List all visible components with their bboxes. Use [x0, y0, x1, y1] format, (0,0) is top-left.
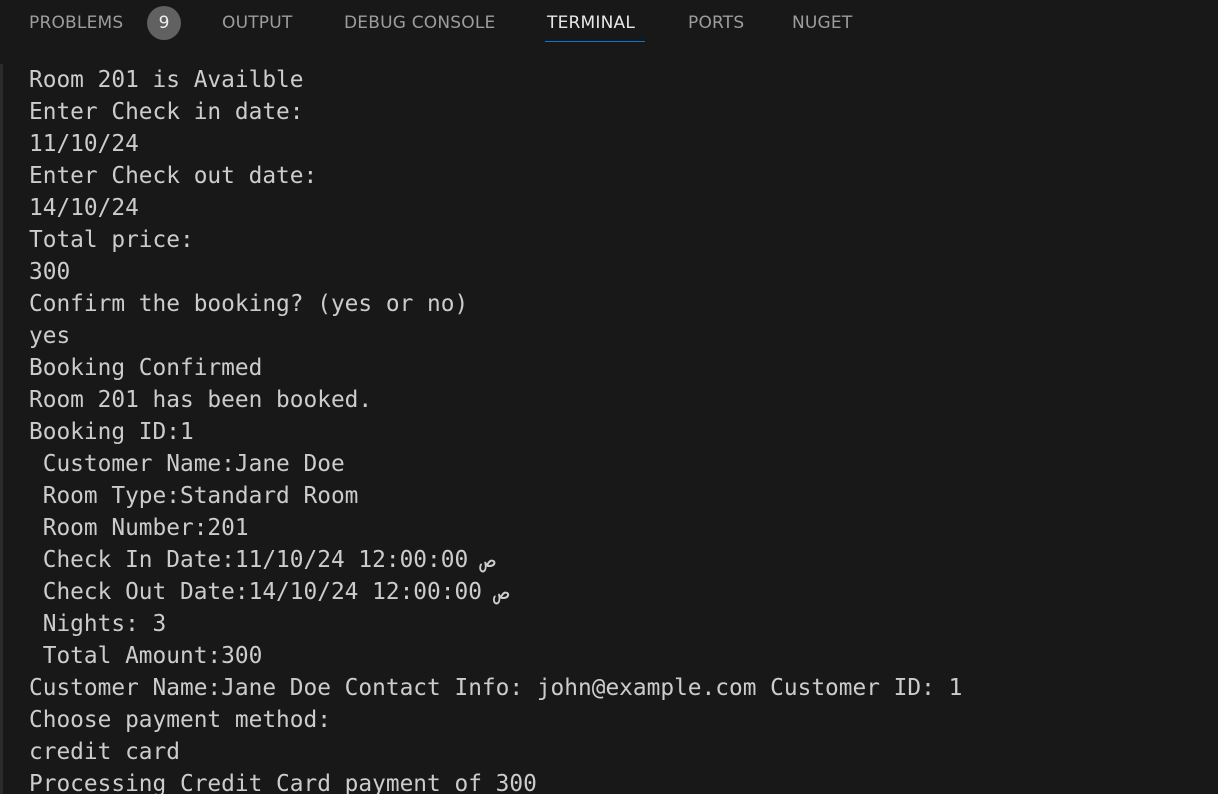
terminal-line: Processing Credit Card payment of 300 [29, 771, 537, 794]
terminal-line: 300 [29, 259, 71, 285]
terminal-line: Check Out Date:14/10/24 12:00:00 ص [29, 579, 510, 605]
terminal-line: Nights: 3 [29, 611, 167, 637]
active-tab-indicator [545, 41, 645, 42]
terminal-line: Room Number:201 [29, 515, 249, 541]
terminal-line: Total Amount:300 [29, 643, 263, 669]
terminal-line: Check In Date:11/10/24 12:00:00 ص [29, 547, 496, 573]
terminal-line: 11/10/24 [29, 131, 139, 157]
tab-debug-console[interactable]: DEBUG CONSOLE [344, 0, 495, 46]
terminal-line: Customer Name:Jane Doe [29, 451, 345, 477]
terminal-line: Room 201 has been booked. [29, 387, 373, 413]
panel-tab-bar: PROBLEMS 9 OUTPUT DEBUG CONSOLE TERMINAL… [0, 0, 1218, 46]
terminal-output[interactable]: Room 201 is Availble Enter Check in date… [0, 60, 1218, 794]
terminal-line: Confirm the booking? (yes or no) [29, 291, 469, 317]
tab-terminal[interactable]: TERMINAL [547, 0, 635, 46]
terminal-line: 14/10/24 [29, 195, 139, 221]
tab-output[interactable]: OUTPUT [222, 0, 293, 46]
terminal-line: credit card [29, 739, 180, 765]
tab-problems[interactable]: PROBLEMS [29, 0, 123, 46]
terminal-line: Room Type:Standard Room [29, 483, 359, 509]
terminal-line: Customer Name:Jane Doe Contact Info: joh… [29, 675, 963, 701]
terminal-line: Room 201 is Availble [29, 67, 304, 93]
terminal-line: Choose payment method: [29, 707, 331, 733]
terminal-line: Enter Check out date: [29, 163, 318, 189]
terminal-line: Booking ID:1 [29, 419, 194, 445]
terminal-lines: Room 201 is Availble Enter Check in date… [29, 64, 962, 794]
tab-ports[interactable]: PORTS [688, 0, 744, 46]
terminal-line: Enter Check in date: [29, 99, 304, 125]
terminal-line: Total price: [29, 227, 194, 253]
tab-nuget[interactable]: NUGET [792, 0, 852, 46]
problems-count-badge: 9 [147, 6, 181, 40]
terminal-line: Booking Confirmed [29, 355, 263, 381]
terminal-line: yes [29, 323, 71, 349]
